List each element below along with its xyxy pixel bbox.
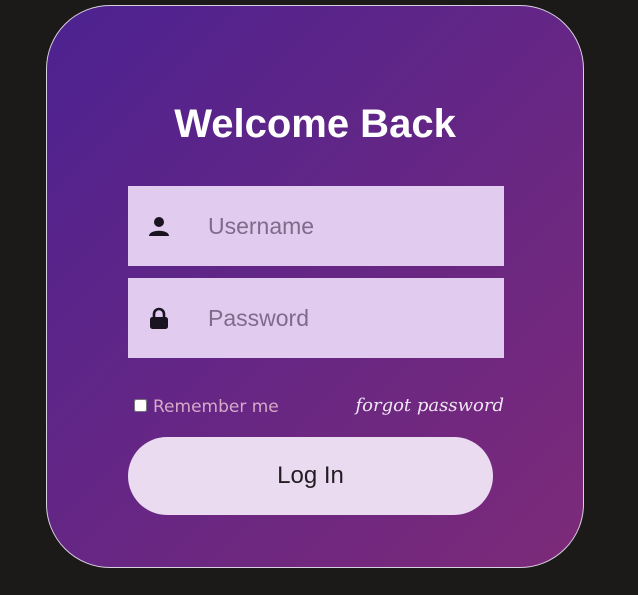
remember-me[interactable]: Remember me [134,394,279,418]
page-title: Welcome Back [174,102,456,146]
remember-me-checkbox[interactable] [134,398,147,412]
login-options: Remember me forgot password [128,390,508,420]
login-button[interactable]: Log In [128,437,493,515]
password-input[interactable] [208,278,488,358]
username-input[interactable] [208,186,488,266]
login-card: Welcome Back Remember me forgot password… [46,5,584,568]
remember-me-label[interactable]: Remember me [153,396,279,418]
lock-icon [150,307,168,329]
user-icon [149,217,169,236]
password-field[interactable] [128,278,504,358]
forgot-password-link[interactable]: forgot password [355,395,504,417]
username-field[interactable] [128,186,504,266]
